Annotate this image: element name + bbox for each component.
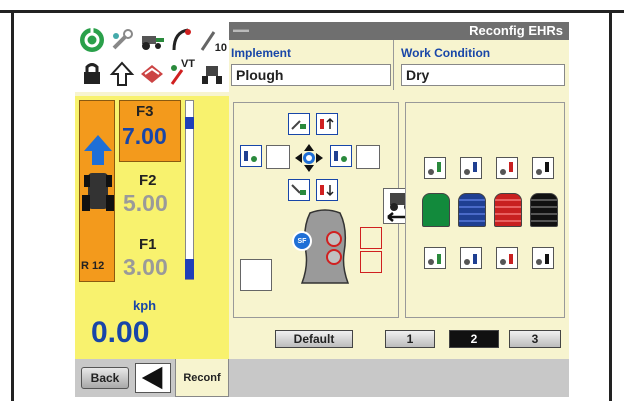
app-icon[interactable] — [77, 24, 107, 56]
assign-slot-large[interactable] — [240, 259, 272, 291]
tractor-front-icon[interactable] — [197, 58, 227, 90]
button-assign-slot-top[interactable] — [360, 227, 382, 249]
assign-slot-right[interactable] — [356, 145, 380, 169]
valve-left-icon[interactable] — [240, 145, 262, 167]
valve-1-raise-icon[interactable] — [424, 157, 446, 179]
valve-1-lever[interactable] — [422, 193, 450, 227]
valve-2-lever[interactable] — [458, 193, 486, 227]
memory-1-button[interactable]: 1 — [385, 330, 435, 348]
sf-button-icon[interactable]: SF — [292, 231, 312, 251]
direction-box — [79, 100, 115, 282]
gear-f3-box[interactable]: F3 7.00 — [119, 100, 181, 162]
lever-top-marker — [185, 117, 194, 129]
page-title: Reconfig EHRs — [469, 23, 563, 38]
speed-unit: kph — [133, 298, 157, 313]
speed-value: 0.00 — [91, 316, 150, 349]
gear-f2-value: 5.00 — [123, 190, 168, 216]
main-area: SF Default 1 2 3 — [229, 96, 569, 359]
lever-bottom-marker — [185, 259, 194, 279]
work-condition-field[interactable]: Dry — [401, 64, 565, 86]
valve-4-raise-icon[interactable] — [532, 157, 554, 179]
tractor-icon[interactable] — [137, 24, 167, 56]
transmission-panel: F3 7.00 F2 5.00 F1 3.00 R 12 kph 0.00 — [75, 96, 229, 359]
tab-reconf[interactable]: Reconf — [175, 359, 229, 397]
frame-top — [0, 10, 624, 13]
memory-3-button[interactable]: 3 — [509, 330, 561, 348]
gear-f3-value: 7.00 — [122, 123, 167, 149]
joystick-panel: SF — [233, 102, 399, 318]
back-button[interactable]: Back — [81, 367, 129, 389]
lock-icon[interactable] — [77, 58, 107, 90]
reverse-gear-label: R 12 — [81, 260, 105, 272]
frame-left — [11, 10, 14, 401]
lower-plough-icon[interactable] — [288, 179, 310, 201]
default-button[interactable]: Default — [275, 330, 353, 348]
valve-1-lower-icon[interactable] — [424, 247, 446, 269]
valve-3-lower-icon[interactable] — [496, 247, 518, 269]
display-screen: 10 VT F3 7.00 F2 5.00 F1 3.00 R 12 kph 0… — [75, 22, 569, 397]
frame-right — [609, 10, 612, 401]
memory-2-button[interactable]: 2 — [449, 330, 499, 348]
left-arrow-icon — [141, 366, 163, 390]
title-bar: ▬▬ Reconfig EHRs — [229, 22, 569, 40]
sf-label: SF — [297, 237, 307, 245]
valve-3-raise-icon[interactable] — [496, 157, 518, 179]
implement-label: Implement — [231, 46, 292, 60]
gear-f1-label: F1 — [139, 236, 157, 253]
assign-slot-left[interactable] — [266, 145, 290, 169]
bottom-bar: Back Reconf — [75, 359, 569, 397]
valve-down-icon[interactable] — [316, 179, 338, 201]
work-condition-label: Work Condition — [401, 46, 491, 60]
previous-button[interactable] — [135, 363, 171, 393]
gear-f2-label: F2 — [139, 172, 157, 189]
valve-2-lower-icon[interactable] — [460, 247, 482, 269]
button-assign-slot-bottom[interactable] — [360, 251, 382, 273]
hitch-icon[interactable] — [167, 24, 197, 56]
valve-2-raise-icon[interactable] — [460, 157, 482, 179]
valve-4-lower-icon[interactable] — [532, 247, 554, 269]
vt-icon[interactable]: VT — [167, 58, 197, 90]
ten-label: 10 — [214, 42, 227, 54]
valves-panel — [405, 102, 565, 318]
title-bar-mark: ▬▬ — [233, 25, 249, 34]
gear-f3-label: F3 — [136, 103, 154, 120]
up-arrow-icon[interactable] — [107, 58, 137, 90]
field-divider — [393, 40, 394, 90]
book-icon[interactable] — [137, 58, 167, 90]
valve-3-lever[interactable] — [494, 193, 522, 227]
gear-f1-value: 3.00 — [123, 254, 168, 280]
direction-indicator-icon — [82, 135, 114, 211]
raise-plough-icon[interactable] — [288, 113, 310, 135]
valve-4-lever[interactable] — [530, 193, 558, 227]
valve-right-icon[interactable] — [330, 145, 352, 167]
valve-up-icon[interactable] — [316, 113, 338, 135]
counter-icon[interactable]: 10 — [197, 24, 227, 56]
implement-field[interactable]: Plough — [231, 64, 391, 86]
wrench-icon[interactable] — [107, 24, 137, 56]
toolbar: 10 VT — [75, 22, 229, 92]
joystick-direction-icon[interactable] — [294, 143, 324, 173]
vt-label: VT — [180, 58, 195, 70]
gear-lever-bar — [185, 100, 194, 280]
